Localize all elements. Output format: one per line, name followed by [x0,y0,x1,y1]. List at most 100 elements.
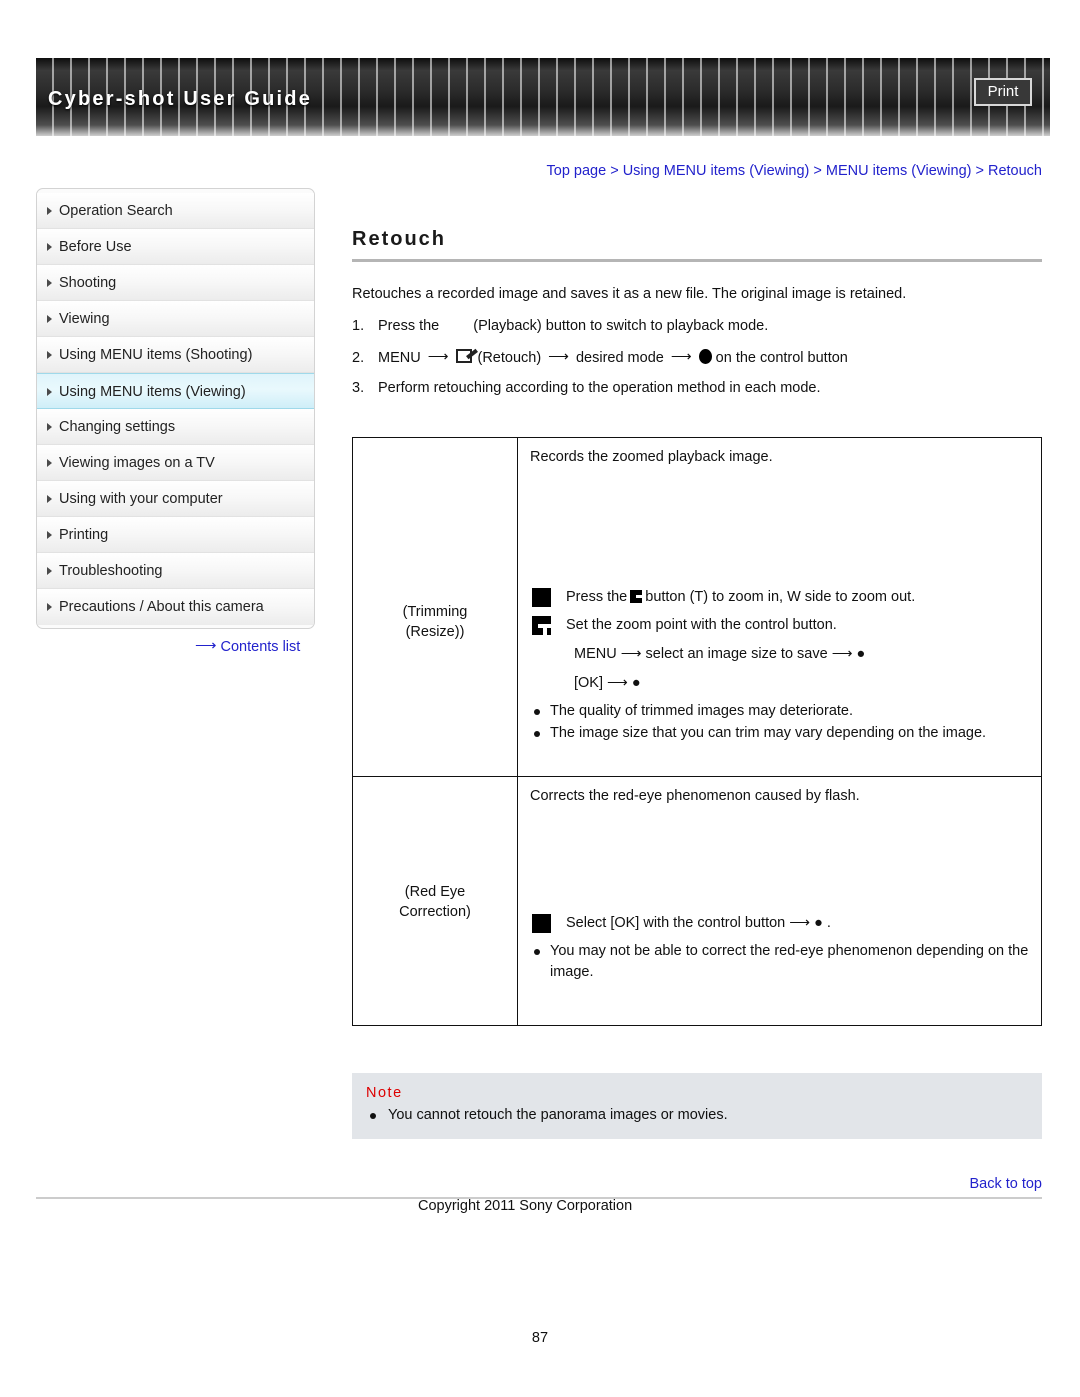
sidebar-item-label: Troubleshooting [59,563,163,579]
sidebar-item-printing[interactable]: Printing [37,517,314,553]
sidebar-item-label: Viewing [59,311,110,327]
sidebar-item-operation-search[interactable]: Operation Search [37,193,314,229]
note-box: Note You cannot retouch the panorama ima… [352,1073,1042,1139]
step-2: 2. MENU ⟶ (Retouch) ⟶ desired mode ⟶ on the co… [352,348,1042,366]
breadcrumb[interactable]: Top page > Using MENU items (Viewing) > … [352,163,1042,179]
step-text-after: (Playback) button to switch to playback … [473,318,769,334]
step-text-before: Press the [378,318,440,334]
sidebar-item-label: Using with your computer [59,491,223,507]
step-1: 1. Press the (Playback) button to switch t… [352,318,1042,334]
chevron-right-icon [47,603,52,611]
instruction-line-2: Set the zoom point with the control butt… [530,615,1033,636]
step-badge-2-icon [532,616,551,635]
note-list: You cannot retouch the panorama images o… [366,1105,1028,1126]
instruction-text: Select [OK] with the control button ⟶ ● … [566,915,831,931]
step-text: Perform retouching according to the oper… [378,380,821,396]
notes-list: You may not be able to correct the red-e… [530,941,1033,983]
sidebar-item-viewing[interactable]: Viewing [37,301,314,337]
sidebar-item-using-with-your-computer[interactable]: Using with your computer [37,481,314,517]
sidebar-item-before-use[interactable]: Before Use [37,229,314,265]
mode-label-line2: (Resize)) [405,624,465,640]
sidebar-item-troubleshooting[interactable]: Troubleshooting [37,553,314,589]
cell-body: Records the zoomed playback image. Press… [518,438,1041,755]
tele-zoom-icon [630,590,643,603]
site-title: Cyber-shot User Guide [48,88,313,110]
retouch-icon [455,348,478,365]
mode-label-line2: Correction) [399,904,471,920]
copyright-text: Copyright 2011 Sony Corporation [418,1198,633,1214]
sidebar-item-using-menu-items-shooting[interactable]: Using MENU items (Shooting) [37,337,314,373]
chevron-right-icon [47,531,52,539]
list-item: You may not be able to correct the red-e… [530,941,1033,983]
mode-cell-trimming: (Trimming (Resize)) [352,437,518,777]
chevron-right-icon [47,567,52,575]
sidebar-item-changing-settings[interactable]: Changing settings [37,409,314,445]
chevron-right-icon [47,243,52,251]
sidebar-item-label: Using MENU items (Shooting) [59,347,253,363]
mode-description: Records the zoomed playback image. [530,449,773,465]
sidebar-item-precautions[interactable]: Precautions / About this camera [37,589,314,625]
sidebar-item-label: Before Use [59,239,132,255]
sidebar-item-viewing-images-on-a-tv[interactable]: Viewing images on a TV [37,445,314,481]
step-3: 3. Perform retouching according to the op… [352,380,1042,396]
contents-list-label: Contents list [220,639,301,655]
contents-list-link[interactable]: ⟶ Contents list [195,636,300,655]
arrow-right-icon: ⟶ [195,637,217,654]
instruction-sub-line-1: MENU ⟶ select an image size to save ⟶ ● [574,646,866,662]
list-item: You cannot retouch the panorama images o… [366,1105,1028,1126]
step-badge-1-icon [532,914,551,933]
step-number: 2. [352,350,365,366]
table-row: (Trimming (Resize)) Records the zoomed p… [352,437,1042,777]
arrow-right-icon: ⟶ [427,349,449,365]
list-item: The image size that you can trim may var… [530,723,1033,744]
sidebar-item-label: Viewing images on a TV [59,455,215,471]
instruction-sub-line-2: [OK] ⟶ ● [574,675,641,691]
arrow-right-icon: ⟶ [548,349,569,365]
mode-label-block: (Trimming (Resize)) [353,438,517,776]
control-button-label: on the control button [715,350,848,366]
instruction-text-after: button (T) to zoom in, W side to zoom ou… [645,589,916,605]
mode-description: Corrects the red-eye phenomenon caused b… [530,788,860,804]
retouch-modes-table: (Trimming (Resize)) Records the zoomed p… [352,437,1042,1026]
sidebar-item-label: Changing settings [59,419,176,435]
step-number: 1. [352,318,365,334]
arrow-right-icon: ⟶ [670,349,692,365]
step-badge-1-icon [532,588,551,607]
note-title: Note [366,1085,403,1101]
chevron-right-icon [47,495,52,503]
title-divider [352,259,1042,262]
page-title: Retouch [352,228,446,250]
mode-description-cell-trimming: Records the zoomed playback image. Press… [517,437,1042,777]
cell-body: Corrects the red-eye phenomenon caused b… [518,777,1041,994]
chevron-right-icon [47,207,52,215]
notes-list: The quality of trimmed images may deteri… [530,701,1033,744]
chevron-right-icon [47,459,52,467]
table-row: (Red Eye Correction) Corrects the red-ey… [352,776,1042,1026]
desired-mode-label: desired mode [575,350,664,366]
control-button-icon [698,349,712,364]
print-button[interactable]: Print [974,78,1032,106]
sidebar-navigation: Operation Search Before Use Shooting Vie… [36,188,315,629]
sidebar-item-label: Shooting [59,275,117,291]
sidebar-item-shooting[interactable]: Shooting [37,265,314,301]
mode-label-block: (Red Eye Correction) [353,777,517,1025]
mode-label-line1: (Trimming [402,604,468,620]
retouch-label: (Retouch) [477,350,542,366]
sidebar-item-label: Precautions / About this camera [59,599,264,615]
chevron-right-icon [47,388,52,396]
site-header: Cyber-shot User Guide Print [36,58,1050,136]
page-number: 87 [531,1330,549,1346]
chevron-right-icon [47,423,52,431]
list-item: The quality of trimmed images may deteri… [530,701,1033,722]
chevron-right-icon [47,279,52,287]
sidebar-item-using-menu-items-viewing[interactable]: Using MENU items (Viewing) [37,373,314,409]
header-banner: Cyber-shot User Guide Print [36,58,1050,136]
sidebar-item-label: Printing [59,527,109,543]
mode-cell-red-eye: (Red Eye Correction) [352,776,518,1026]
mode-label-line1: (Red Eye [404,884,466,900]
instruction-text-before: Press the [566,589,628,605]
steps-list: 1. Press the (Playback) button to switch t… [352,318,1042,396]
back-to-top-link[interactable]: Back to top [969,1176,1042,1192]
